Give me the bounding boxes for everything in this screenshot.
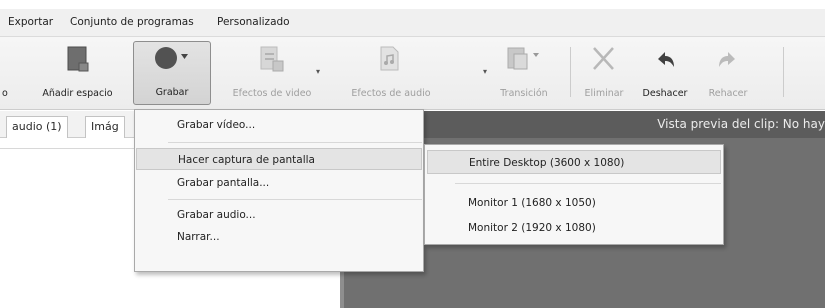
submenu-item-monitor-2[interactable]: Monitor 2 (1920 x 1080) (427, 216, 721, 240)
submenu-item-entire-desktop[interactable]: Entire Desktop (3600 x 1080) (427, 150, 721, 174)
add-space-label: Añadir espacio (42, 88, 113, 99)
submenu-item-monitor-1[interactable]: Monitor 1 (1680 x 1050) (427, 191, 721, 215)
menu-item-take-screenshot[interactable]: Hacer captura de pantalla (136, 148, 422, 170)
video-effects-icon (259, 45, 285, 77)
toolbar: o Añadir espacio Grabar Efectos de video… (0, 37, 825, 110)
menu-item-narrate[interactable]: Narrar... (136, 226, 422, 248)
undo-button[interactable]: Deshacer (636, 41, 694, 105)
menu-separator (168, 199, 422, 200)
audio-effects-icon (378, 45, 404, 77)
toolbar-separator (783, 47, 784, 97)
menu-item-record-video[interactable]: Grabar vídeo... (136, 114, 422, 136)
transition-button[interactable]: Transición (490, 41, 558, 105)
screenshot-submenu: Entire Desktop (3600 x 1080) Monitor 1 (… (424, 144, 724, 245)
tab-row: audio (1) Imág (0, 111, 140, 138)
tab-audio[interactable]: audio (1) (6, 116, 68, 138)
redo-button[interactable]: Rehacer (700, 41, 756, 105)
top-strip (0, 0, 825, 9)
add-space-icon (66, 45, 90, 77)
preview-title: Vista previa del clip: No hay (657, 117, 825, 131)
audio-effects-label: Efectos de audio (351, 88, 431, 99)
delete-button[interactable]: Eliminar (582, 41, 626, 105)
record-button[interactable]: Grabar (133, 41, 211, 105)
record-menu: Grabar vídeo... Hacer captura de pantall… (134, 109, 424, 272)
menu-personalizado[interactable]: Personalizado (217, 16, 290, 28)
video-effects-label: Efectos de video (232, 88, 312, 99)
redo-label: Rehacer (708, 88, 748, 99)
record-icon (153, 46, 191, 76)
undo-label: Deshacer (642, 88, 688, 99)
audio-effects-button[interactable]: Efectos de audio (337, 41, 445, 105)
record-label: Grabar (155, 87, 189, 98)
menu-exportar[interactable]: Exportar (8, 16, 53, 28)
undo-icon (652, 45, 678, 77)
delete-icon (591, 45, 617, 77)
toolbar-separator (570, 47, 571, 97)
menu-bar: Exportar Conjunto de programas Personali… (0, 9, 825, 37)
audio-effects-dropdown-icon[interactable]: ▾ (483, 67, 487, 76)
transition-label: Transición (500, 88, 548, 99)
transition-icon (506, 45, 542, 77)
tab-imagenes[interactable]: Imág (85, 116, 125, 138)
delete-label: Eliminar (584, 88, 624, 99)
cut-button[interactable]: o (0, 41, 22, 105)
cut-label: o (2, 88, 8, 99)
add-space-button[interactable]: Añadir espacio (30, 41, 125, 105)
menu-item-record-screen[interactable]: Grabar pantalla... (136, 172, 422, 194)
menu-separator (168, 142, 422, 143)
redo-icon (715, 45, 741, 77)
menu-item-record-audio[interactable]: Grabar audio... (136, 204, 422, 226)
video-effects-dropdown-icon[interactable]: ▾ (316, 67, 320, 76)
menu-conjunto-de-programas[interactable]: Conjunto de programas (70, 16, 194, 28)
menu-separator (455, 183, 721, 184)
video-effects-button[interactable]: Efectos de video (222, 41, 322, 105)
